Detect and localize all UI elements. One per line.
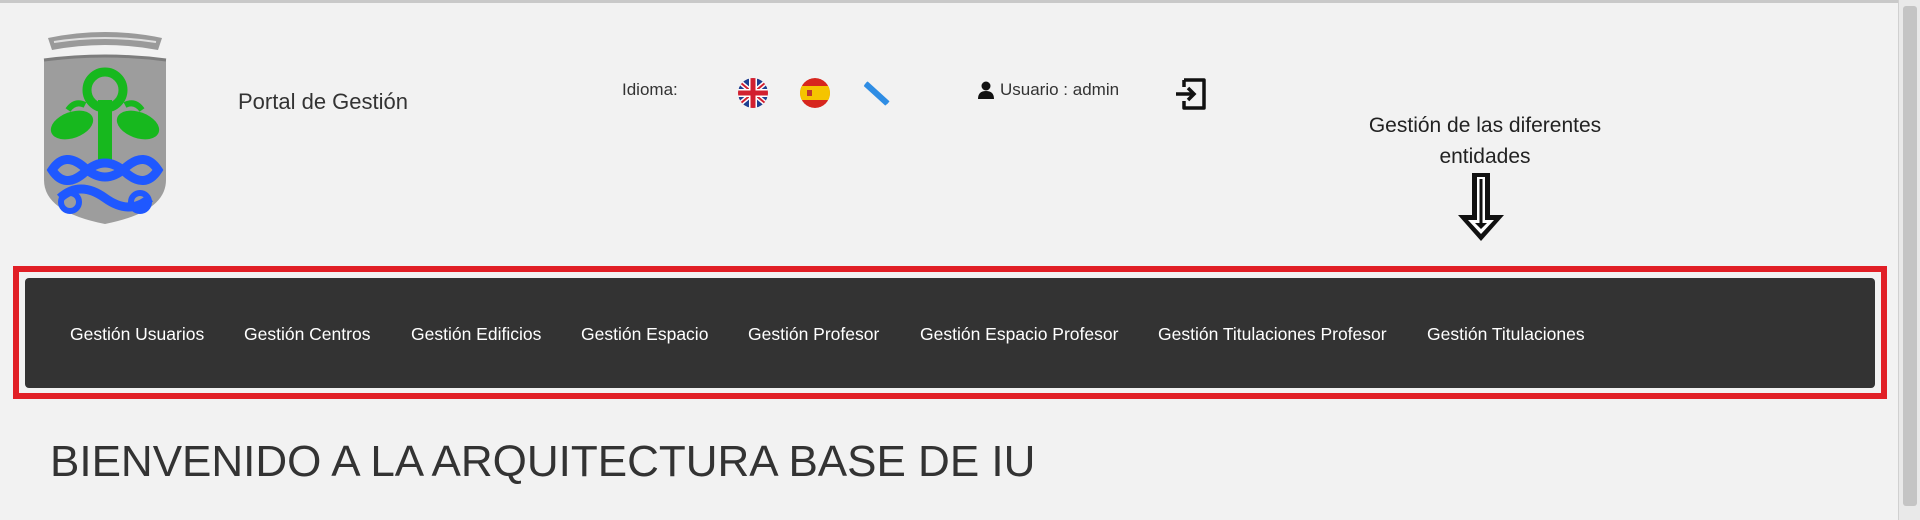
nav-gestion-espacio[interactable]: Gestión Espacio <box>581 324 708 345</box>
nav-gestion-centros[interactable]: Gestión Centros <box>244 324 370 345</box>
nav-gestion-usuarios[interactable]: Gestión Usuarios <box>70 324 204 345</box>
nav-gestion-profesor[interactable]: Gestión Profesor <box>748 324 879 345</box>
down-arrow-icon <box>1458 173 1504 241</box>
window-top-border <box>0 0 1920 3</box>
main-navbar: Gestión Usuarios Gestión Centros Gestión… <box>25 278 1875 388</box>
nav-gestion-titulaciones[interactable]: Gestión Titulaciones <box>1427 324 1585 345</box>
nav-gestion-edificios[interactable]: Gestión Edificios <box>411 324 541 345</box>
logout-icon[interactable] <box>1172 76 1208 112</box>
welcome-heading: BIENVENIDO A LA ARQUITECTURA BASE DE IU <box>50 437 1036 486</box>
english-flag-icon[interactable] <box>738 78 768 108</box>
user-label: Usuario : admin <box>1000 80 1120 99</box>
coat-of-arms-logo <box>43 32 167 224</box>
scrollbar-thumb[interactable] <box>1903 6 1917 506</box>
user-icon <box>978 81 994 99</box>
galician-flag-icon[interactable] <box>862 78 892 108</box>
nav-gestion-espacio-profesor[interactable]: Gestión Espacio Profesor <box>920 324 1118 345</box>
portal-title: Portal de Gestión <box>238 89 408 114</box>
spanish-flag-icon[interactable] <box>800 78 830 108</box>
nav-gestion-titulaciones-profesor[interactable]: Gestión Titulaciones Profesor <box>1158 324 1387 345</box>
vertical-scrollbar[interactable] <box>1898 0 1920 520</box>
annotation-text: Gestión de las diferentes entidades <box>1368 114 1602 168</box>
user-info: Usuario : admin <box>978 80 1119 100</box>
language-label: Idioma: <box>622 80 678 99</box>
